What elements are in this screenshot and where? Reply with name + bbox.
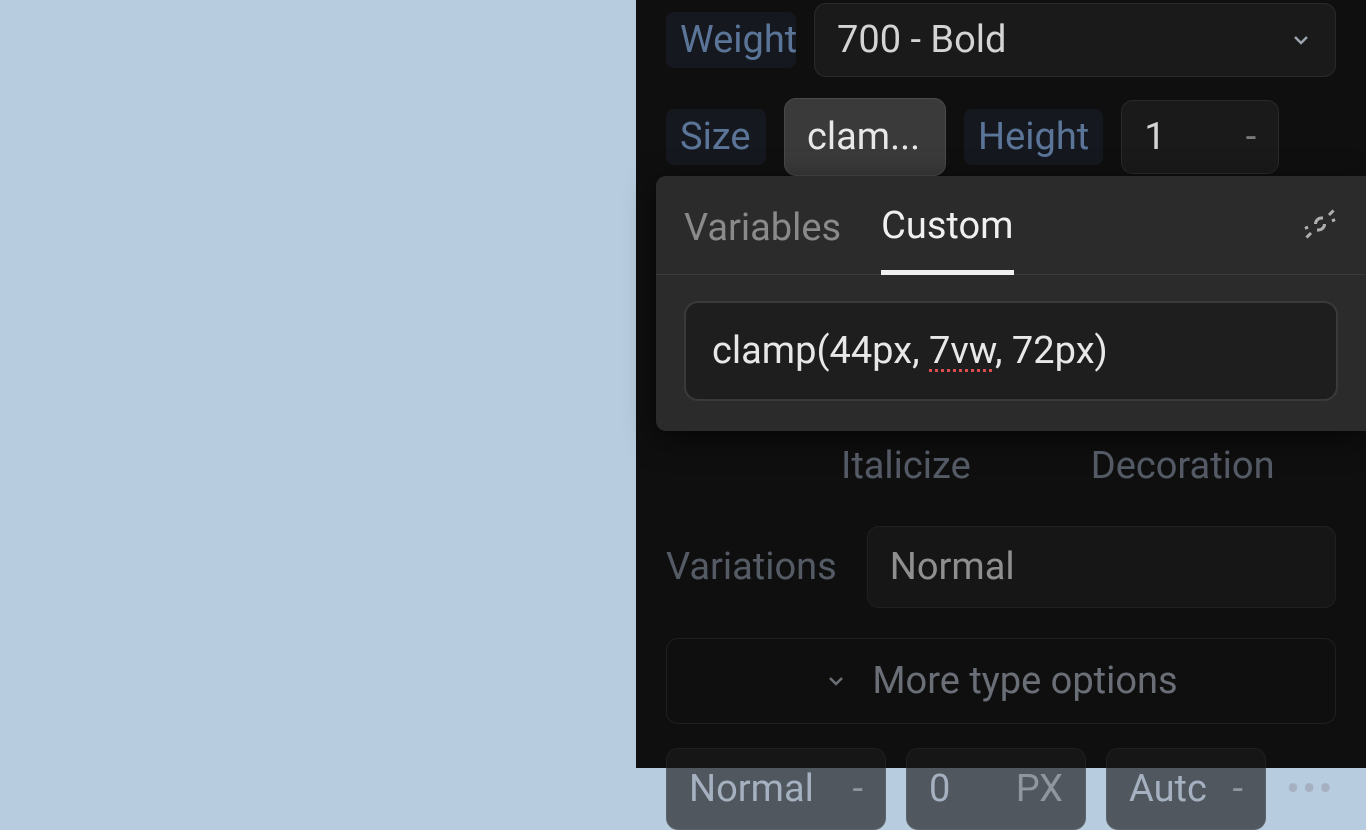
chevron-down-icon [1289, 28, 1313, 52]
height-input[interactable]: 1 - [1121, 100, 1279, 174]
bottom-field-3-value: Autc [1129, 767, 1207, 811]
decoration-label: Decoration [1091, 444, 1275, 488]
height-label: Height [964, 109, 1103, 165]
tab-variables[interactable]: Variables [684, 206, 841, 272]
size-height-row: Size clam... Height 1 - [636, 92, 1366, 182]
weight-label: Weight [666, 12, 796, 68]
bottom-field-1[interactable]: Normal - [666, 748, 886, 830]
custom-value-spellcheck: 7vw [929, 329, 995, 373]
italic-deco-labels: Italicize Decoration [811, 444, 1366, 488]
bottom-field-1-value: Normal [689, 767, 814, 811]
weight-select[interactable]: 700 - Bold [814, 3, 1336, 77]
more-type-options-toggle[interactable]: More type options [666, 638, 1336, 724]
more-menu-icon[interactable]: ••• [1286, 765, 1335, 814]
tab-custom[interactable]: Custom [881, 204, 1013, 275]
height-value: 1 [1144, 115, 1165, 159]
italicize-label: Italicize [841, 444, 971, 488]
popover-tabs: Variables Custom [656, 176, 1366, 275]
bottom-field-3-unit: - [1232, 767, 1243, 811]
bottom-field-2[interactable]: 0 PX [906, 748, 1086, 830]
bottom-field-2-value: 0 [929, 767, 950, 811]
style-panel: Weight 700 - Bold Size clam... Height 1 … [636, 0, 1366, 768]
custom-value-input[interactable]: clamp(44px, 7vw, 72px) [684, 301, 1338, 401]
canvas-area[interactable] [0, 0, 636, 768]
custom-value-suffix: , 72px) [995, 329, 1108, 373]
variations-label: Variations [666, 545, 837, 589]
variations-row: Variations Normal [636, 526, 1366, 608]
custom-value-popover: Variables Custom clamp(44px, 7vw, 72px) [656, 176, 1366, 431]
custom-value-prefix: clamp(44px, [712, 329, 929, 373]
variations-select[interactable]: Normal [867, 526, 1336, 608]
bottom-field-3[interactable]: Autc - [1106, 748, 1266, 830]
below-popover-area: Italicize Decoration Variations Normal M… [636, 430, 1366, 830]
height-unit: - [1246, 115, 1257, 159]
size-input[interactable]: clam... [784, 98, 946, 176]
unlink-icon[interactable] [1302, 206, 1338, 242]
size-label: Size [666, 109, 766, 165]
chevron-down-icon [824, 669, 848, 693]
custom-input-container: clamp(44px, 7vw, 72px) [656, 275, 1366, 431]
bottom-field-2-unit: PX [1016, 767, 1063, 811]
weight-value: 700 - Bold [837, 18, 1006, 62]
weight-row: Weight 700 - Bold [636, 0, 1366, 80]
bottom-fields-row: Normal - 0 PX Autc - ••• [636, 724, 1366, 830]
more-options-label: More type options [872, 659, 1177, 703]
bottom-field-1-unit: - [852, 767, 863, 811]
